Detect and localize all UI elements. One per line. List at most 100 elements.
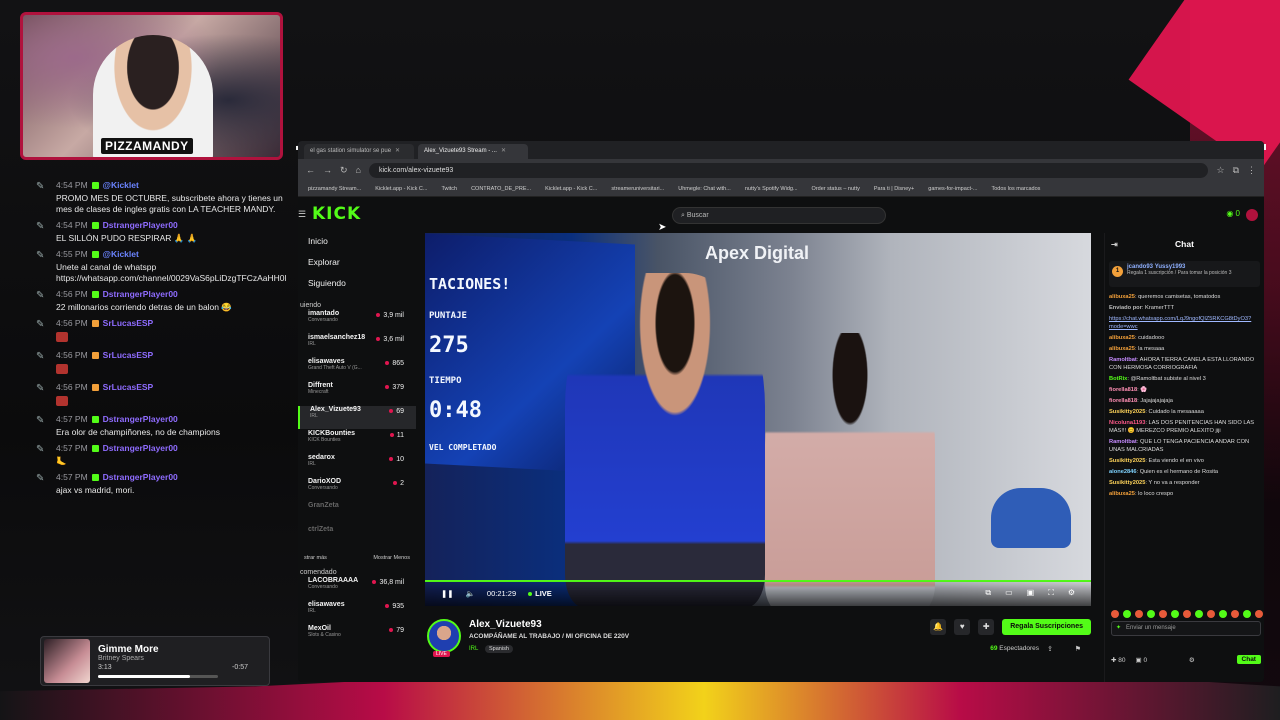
overlay-chat-message: ✎ 4:57 PM DstrangerPlayer00 Era olor de cha… [36,414,220,437]
nav-inicio[interactable]: Inicio [298,231,416,252]
close-icon[interactable]: ✕ [395,144,400,159]
bookmark-item[interactable]: Para ti | Disney+ [874,186,914,192]
pip-icon[interactable]: ▣ [1027,588,1035,598]
collapse-chat-icon[interactable]: ⇥ [1111,240,1118,249]
bookmark-item[interactable]: games-for-impact-... [928,186,977,192]
language-tag[interactable]: Spanish [485,645,513,653]
chat-badge-icon [91,182,99,189]
chat-link[interactable]: https://chat.whatsapp.com/LqJ9ngofQlZ5RK… [1109,316,1251,330]
song-remaining: -0:57 [232,664,248,671]
channel-item[interactable]: ismaelsanchez18 IRL 3,6 mil [298,334,416,357]
pause-icon[interactable]: ❚❚ [441,589,454,598]
reload-icon[interactable]: ↻ [340,165,348,176]
fullscreen-icon[interactable]: ⛶ [1048,588,1054,598]
bookmark-item[interactable]: Order status – nutty [812,186,860,192]
user-avatar[interactable] [1246,209,1258,221]
heart-icon[interactable]: ♥ [954,619,971,635]
channel-item[interactable]: Diffrent Minecraft 379 [298,382,416,405]
channel-item[interactable]: GranZeta [298,502,416,525]
show-less-button[interactable]: Mostrar Menos [373,555,410,561]
chat-message: alibuxa25: cuidadooo [1109,335,1165,341]
bookmark-item[interactable]: pizzamandy Stream... [308,186,361,192]
bookmark-item[interactable]: Twitch [441,186,457,192]
blue-chair [991,488,1071,548]
live-badge: LIVE [433,651,450,657]
points-counter[interactable]: ◉ 0 [1226,209,1240,221]
bookmark-item[interactable]: Kicklet.app - Kick C... [545,186,597,192]
star-icon[interactable]: ☆ [1216,165,1224,176]
send-chat-button[interactable]: Chat [1236,655,1261,664]
menu-icon[interactable]: ⋮ [1247,165,1256,176]
bookmark-item[interactable]: CONTRATO_DE_PRE... [471,186,531,192]
volume-icon[interactable]: 🔈 [466,589,475,598]
gift-icon[interactable]: ▣ 0 [1136,656,1148,664]
clip-icon[interactable]: ⧉ [985,588,991,598]
show-more-button[interactable]: strar más [304,555,327,561]
browser-tab[interactable]: el gas station simulator se pue ✕ [304,144,414,159]
tab-bar: el gas station simulator se pue ✕ Alex_Vi… [298,141,1264,159]
overlay-chat-message: ✎ 4:57 PM DstrangerPlayer00 🦶 [36,443,178,466]
emote-icon [56,396,68,406]
close-icon[interactable]: ✕ [501,144,506,159]
kick-logo[interactable]: KICK [312,204,361,224]
search-input[interactable]: ⌕ Buscar [672,207,886,224]
theater-icon[interactable]: ▭ [1005,588,1013,598]
chat-message: fiorella818: Jajajajajajaja [1109,398,1173,404]
chat-avatar-icon: ✎ [36,473,45,484]
chat-message: alibuxa25: queremos camisetas, tomatodos [1109,294,1221,300]
screen-root: PIZZAMANDY ✎ 4:54 PM @Kicklet PROMO MES DE … [0,0,1280,720]
video-player[interactable]: TACIONES! PUNTAJE 275 TIEMPO 0:48 VEL CO… [425,233,1091,606]
channel-item[interactable]: MexOil Slots & Casino 79 [298,625,416,648]
chat-settings-icon[interactable]: ⚙ [1189,656,1195,664]
song-progress-bar [98,675,218,678]
emote-row[interactable] [1111,610,1264,618]
overlay-chat-message: ✎ 4:56 PM SrLucasESP [30,318,292,345]
url-field[interactable]: kick.com/alex-vizuete93 [368,162,1209,178]
chat-badge-icon [91,384,99,391]
chat-input[interactable]: Enviar un mensaje [1111,621,1261,636]
chat-avatar-icon: ✎ [36,181,45,192]
share-icon[interactable]: ⇪ [1047,645,1053,653]
extensions-icon[interactable]: ⧉ [1233,165,1239,176]
webcam-feed: PIZZAMANDY [20,12,283,160]
forward-icon[interactable]: → [323,165,332,175]
points-icon[interactable]: ✚ 80 [1111,656,1126,664]
bookmark-item[interactable]: streameruniversitari... [611,186,664,192]
bookmark-item[interactable]: nutty's Spotify Widg... [745,186,798,192]
chat-message: Susikitty2025: Cuidado la mesaaaaa [1109,409,1204,415]
channel-item[interactable]: LACOBRAAAA Conversando 36,8 mil [298,577,416,600]
kick-header: ☰ KICK ⌕ Buscar ◉ 0 [298,197,1264,231]
channel-item[interactable]: elisawaves Grand Theft Auto V (G... 865 [298,358,416,381]
notification-bell-icon[interactable]: 🔔 [930,619,947,635]
chat-title: Chat [1175,239,1194,249]
more-icon[interactable]: ✚ [978,619,995,635]
gift-subscriptions-button[interactable]: Regala Suscripciones [1002,619,1091,635]
report-icon[interactable]: ⚑ [1075,645,1081,653]
channel-item[interactable]: ctrlZeta [298,526,416,549]
bookmark-item[interactable]: Kicklet.app - Kick C... [375,186,427,192]
nav-explorar[interactable]: Explorar [298,252,416,273]
back-icon[interactable]: ← [306,165,315,175]
overlay-chat-message: ✎ 4:55 PM @Kicklet Unete al canal de whatsp… [36,249,287,283]
chat-badge-icon [91,474,99,481]
channel-item[interactable]: DarioXOD Conversando 2 [298,478,416,501]
channel-item[interactable]: KICKBounties KICK Bounties 11 [298,430,416,453]
channel-name[interactable]: Alex_Vizuete93 [469,619,542,630]
following-section-label: uiendo [300,302,322,309]
chat-badge-icon [91,291,99,298]
channel-item[interactable]: sedarox IRL 10 [298,454,416,477]
nav-siguiendo[interactable]: Siguiendo [298,273,416,294]
channel-avatar[interactable] [427,619,461,653]
channel-item[interactable]: Alex_Vizuete93 IRL 69 [298,406,416,429]
channel-item[interactable]: elisawaves IRL 935 [298,601,416,624]
channel-item[interactable]: imantado Conversando 3,9 mil [298,310,416,333]
wall-logo: Apex Digital [705,243,810,263]
song-title: Gimme More [98,644,159,655]
bookmark-item[interactable]: Uhmegle: Chat with... [678,186,731,192]
stream-category[interactable]: IRL [469,646,478,652]
bookmark-item[interactable]: Todos los marcados [991,186,1040,192]
hamburger-icon[interactable]: ☰ [298,209,306,220]
settings-icon[interactable]: ⚙ [1068,588,1075,598]
browser-tab-active[interactable]: Alex_Vizuete93 Stream - ... ✕ [418,144,528,159]
home-icon[interactable]: ⌂ [356,165,361,175]
